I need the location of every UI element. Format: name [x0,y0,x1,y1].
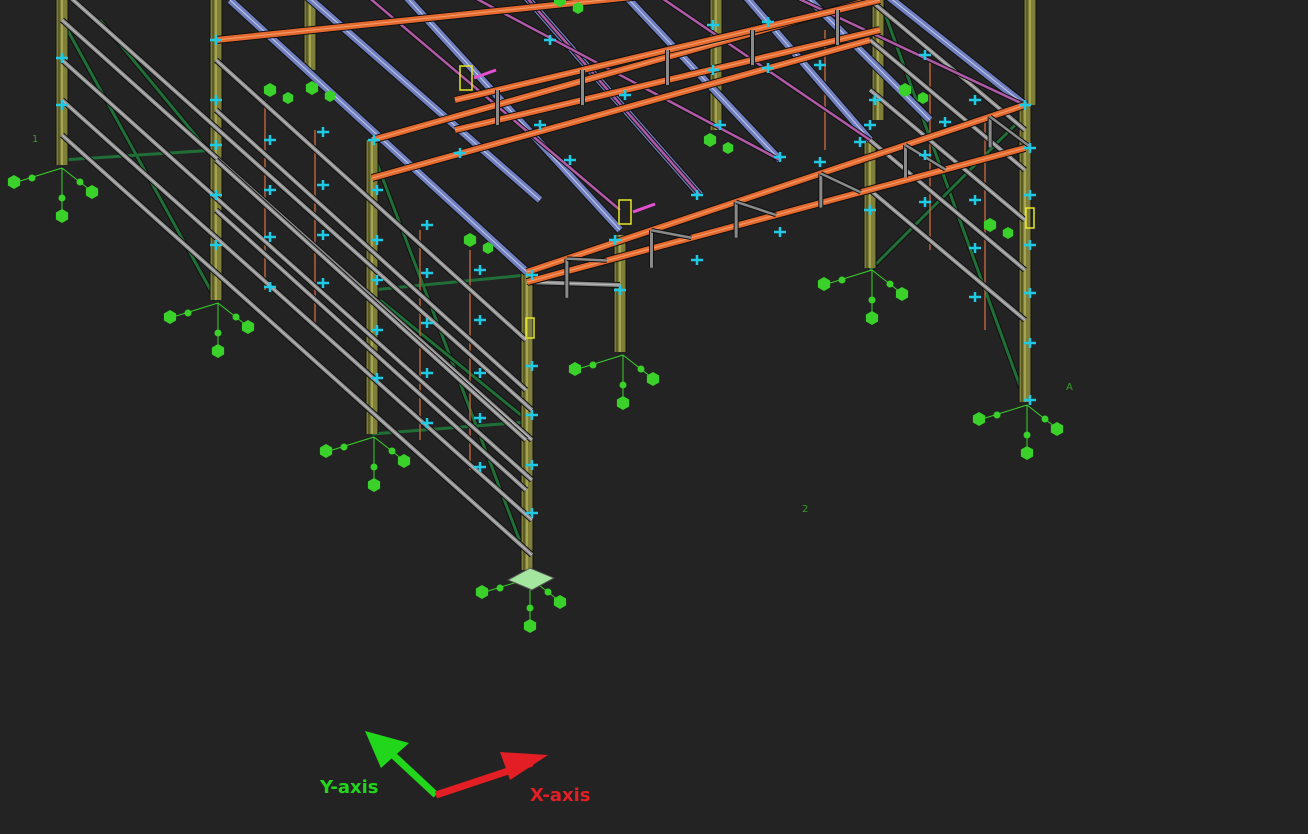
support-dot [838,276,846,284]
support-axis [981,404,1028,420]
support-node [7,175,21,189]
support-dot [28,174,36,182]
truss-diagonal [820,172,862,194]
support-dot [868,296,876,304]
support-node [241,320,255,334]
support-dot [1023,431,1031,439]
truss-diagonal [735,200,777,217]
support-dot [214,329,222,337]
support-node [367,478,381,492]
support-dot [526,604,534,612]
support-dot [232,313,240,321]
support-dot [496,584,504,592]
support-dot [544,588,552,596]
support-node [55,209,69,223]
support-node [1002,227,1014,239]
support-axis [826,269,873,285]
support-node [397,454,411,468]
fixed-support-icon [319,436,411,492]
support-axis [373,436,403,460]
support-node [263,83,277,97]
support-dot [340,443,348,451]
fixed-support-icon [972,404,1064,460]
support-axis [871,269,901,293]
node-label: 1 [32,134,38,145]
support-axis [61,167,91,191]
y-axis-label: Y-axis [320,777,379,798]
girt-flange [869,139,1026,271]
support-node [85,185,99,199]
support-axis [217,302,247,326]
support-dot [886,280,894,288]
support-node [282,92,294,104]
node-label: A [1066,382,1073,393]
support-dot [637,365,645,373]
truss-diagonal [651,229,692,240]
fixed-support-icon [568,354,660,410]
support-axis [1026,404,1056,428]
support-axis [622,354,652,378]
support-node [722,142,734,154]
support-node [553,595,567,609]
girt-flange [61,99,533,521]
support-node [1020,446,1034,460]
support-node [865,311,879,325]
support-node [523,619,537,633]
support-node [163,310,177,324]
support-dot [184,309,192,317]
support-axis [577,354,624,370]
support-node [895,287,909,301]
node-labels: 1 2 A [32,134,1073,515]
support-node [817,277,831,291]
base-plate [506,567,556,591]
girt-flange [869,189,1026,321]
girt-flange [61,59,533,481]
support-dot [388,447,396,455]
x-axis-label: X-axis [530,785,591,806]
support-dot [993,411,1001,419]
connection-plate [618,199,632,225]
fixed-support-icon [7,167,99,223]
support-node [616,396,630,410]
support-node [646,372,660,386]
connection-member [632,202,656,214]
support-node [475,585,489,599]
support-node [1050,422,1064,436]
support-dot [1041,415,1049,423]
support-node [463,233,477,247]
model-viewport[interactable]: 1 2 A Y-axis X-axis [0,0,1308,834]
support-axis [172,302,219,318]
support-node [568,362,582,376]
support-node [319,444,333,458]
support-dot [58,194,66,202]
support-dot [76,178,84,186]
support-axis [328,436,375,452]
steel-frame-model[interactable]: 1 2 A [0,0,1308,834]
fixed-support-icon [817,269,909,325]
fixed-support-icon [475,567,567,633]
fixed-support-icon [163,302,255,358]
support-axis [16,167,63,183]
support-node [211,344,225,358]
support-dot [619,381,627,389]
support-dot [589,361,597,369]
support-node [972,412,986,426]
node-label: 2 [802,504,808,515]
support-node [703,133,717,147]
support-dot [370,463,378,471]
rafter [215,0,633,43]
